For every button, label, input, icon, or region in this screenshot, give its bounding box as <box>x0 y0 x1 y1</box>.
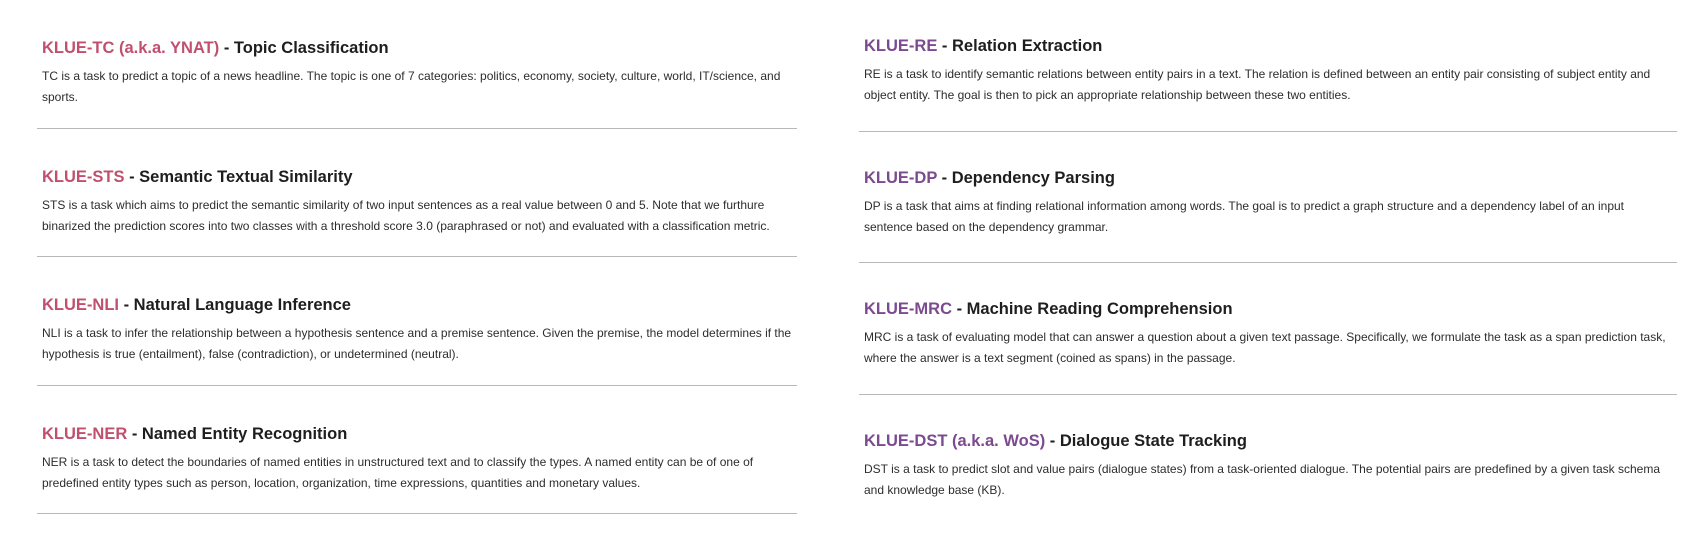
task-card-dp: KLUE-DP - Dependency Parsing DP is a tas… <box>859 132 1677 263</box>
task-name: Topic Classification <box>233 39 389 57</box>
task-name: Semantic Textual Similarity <box>139 167 353 186</box>
task-title: KLUE-RE - Relation Extraction <box>864 35 1672 57</box>
task-code: KLUE-DP <box>864 168 938 187</box>
task-code: KLUE-RE <box>864 37 938 55</box>
right-task-column: KLUE-RE - Relation Extraction RE is a ta… <box>859 0 1677 526</box>
task-name: Named Entity Recognition <box>141 424 348 443</box>
task-card-mrc: KLUE-MRC - Machine Reading Comprehension… <box>859 263 1677 395</box>
title-separator: - <box>124 167 140 186</box>
title-separator: - <box>127 424 142 443</box>
task-description: NLI is a task to infer the relationship … <box>42 326 792 361</box>
task-card-ner: KLUE-NER - Named Entity Recognition NER … <box>37 386 797 514</box>
task-title: KLUE-DP - Dependency Parsing <box>864 167 1672 189</box>
task-title: KLUE-STS - Semantic Textual Similarity <box>42 166 792 188</box>
task-code: KLUE-NER <box>42 424 128 443</box>
task-description: STS is a task which aims to predict the … <box>42 197 770 233</box>
task-name: Relation Extraction <box>952 37 1103 55</box>
task-code: KLUE-NLI <box>42 296 119 314</box>
title-separator: - <box>952 300 967 318</box>
task-title: KLUE-DST (a.k.a. WoS) - Dialogue State T… <box>864 430 1672 452</box>
task-card-dst: KLUE-DST (a.k.a. WoS) - Dialogue State T… <box>859 395 1677 527</box>
task-card-nli: KLUE-NLI - Natural Language Inference NL… <box>37 257 797 386</box>
task-card-tc: KLUE-TC (a.k.a. YNAT) - Topic Classifica… <box>37 0 797 129</box>
task-description: DP is a task that aims at finding relati… <box>864 198 1625 234</box>
task-description: TC is a task to predict a topic of a new… <box>42 69 781 104</box>
title-separator: - <box>937 168 952 187</box>
task-code: KLUE-STS <box>42 167 125 186</box>
task-card-sts: KLUE-STS - Semantic Textual Similarity S… <box>37 129 797 257</box>
title-separator: - <box>219 39 234 57</box>
title-separator: - <box>1045 431 1060 450</box>
task-description: RE is a task to identify semantic relati… <box>864 67 1651 102</box>
task-description: NER is a task to detect the boundaries o… <box>42 454 754 490</box>
title-separator: - <box>937 37 953 55</box>
task-code: KLUE-DST (a.k.a. WoS) <box>864 431 1046 450</box>
task-title: KLUE-NER - Named Entity Recognition <box>42 423 792 445</box>
task-name: Dialogue State Tracking <box>1059 431 1247 450</box>
task-name: Machine Reading Comprehension <box>966 300 1233 318</box>
task-description: MRC is a task of evaluating model that c… <box>864 330 1666 365</box>
title-separator: - <box>119 296 134 314</box>
task-code: KLUE-MRC <box>864 300 952 318</box>
task-title: KLUE-MRC - Machine Reading Comprehension <box>864 298 1672 320</box>
task-name: Natural Language Inference <box>133 296 351 314</box>
left-task-column: KLUE-TC (a.k.a. YNAT) - Topic Classifica… <box>37 0 797 514</box>
task-title: KLUE-NLI - Natural Language Inference <box>42 294 792 316</box>
task-name: Dependency Parsing <box>951 168 1115 187</box>
task-code: KLUE-TC (a.k.a. YNAT) <box>42 39 220 57</box>
task-description: DST is a task to predict slot and value … <box>864 461 1660 497</box>
task-card-re: KLUE-RE - Relation Extraction RE is a ta… <box>859 0 1677 132</box>
task-title: KLUE-TC (a.k.a. YNAT) - Topic Classifica… <box>42 37 792 59</box>
task-overview-page: KLUE-TC (a.k.a. YNAT) - Topic Classifica… <box>0 0 1692 534</box>
